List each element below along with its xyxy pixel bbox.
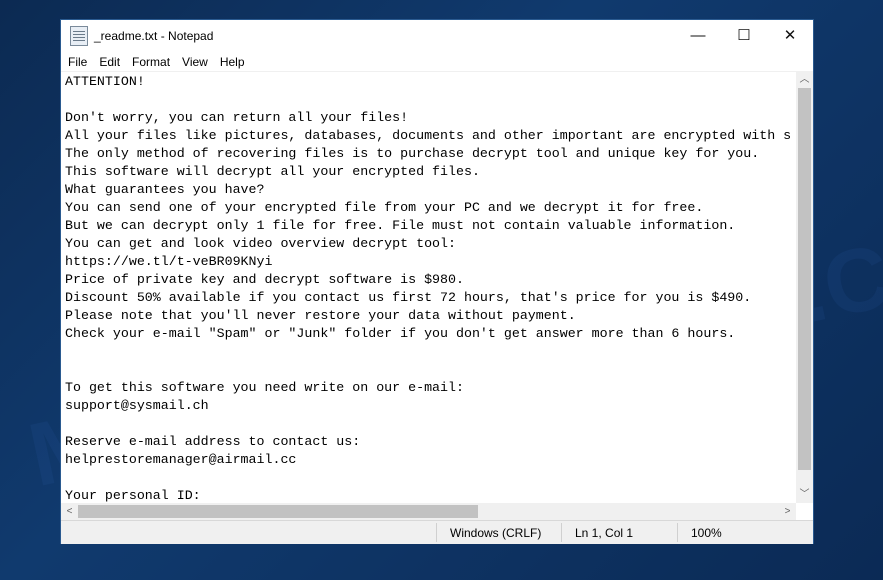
scroll-right-icon[interactable]: > [779, 503, 796, 520]
scroll-down-icon[interactable]: ﹀ [796, 486, 813, 503]
document-text[interactable]: ATTENTION! Don't worry, you can return a… [61, 72, 796, 504]
notepad-icon [70, 26, 88, 46]
vertical-scrollbar[interactable]: ︿ ﹀ [796, 71, 813, 503]
title-bar: _readme.txt - Notepad — ☐ ✕ [61, 20, 813, 52]
horizontal-scroll-thumb[interactable] [78, 505, 478, 518]
text-editor[interactable]: ATTENTION! Don't worry, you can return a… [61, 71, 796, 504]
menu-bar: File Edit Format View Help [61, 52, 813, 71]
menu-view[interactable]: View [176, 55, 214, 69]
window-title: _readme.txt - Notepad [94, 29, 214, 43]
cursor-position: Ln 1, Col 1 [575, 526, 634, 540]
scroll-left-icon[interactable]: < [61, 503, 78, 520]
horizontal-scrollbar[interactable]: < > [61, 503, 796, 520]
menu-file[interactable]: File [62, 55, 93, 69]
line-ending: Windows (CRLF) [450, 526, 542, 540]
zoom-level: 100% [691, 526, 722, 540]
maximize-button[interactable]: ☐ [721, 20, 767, 50]
menu-edit[interactable]: Edit [93, 55, 126, 69]
minimize-button[interactable]: — [675, 20, 721, 50]
scroll-up-icon[interactable]: ︿ [796, 71, 813, 88]
close-button[interactable]: ✕ [767, 20, 813, 50]
status-bar: Windows (CRLF) Ln 1, Col 1 100% [61, 520, 813, 544]
vertical-scroll-thumb[interactable] [798, 88, 811, 470]
notepad-window: _readme.txt - Notepad — ☐ ✕ File Edit Fo… [61, 20, 813, 544]
menu-format[interactable]: Format [126, 55, 176, 69]
menu-help[interactable]: Help [214, 55, 251, 69]
